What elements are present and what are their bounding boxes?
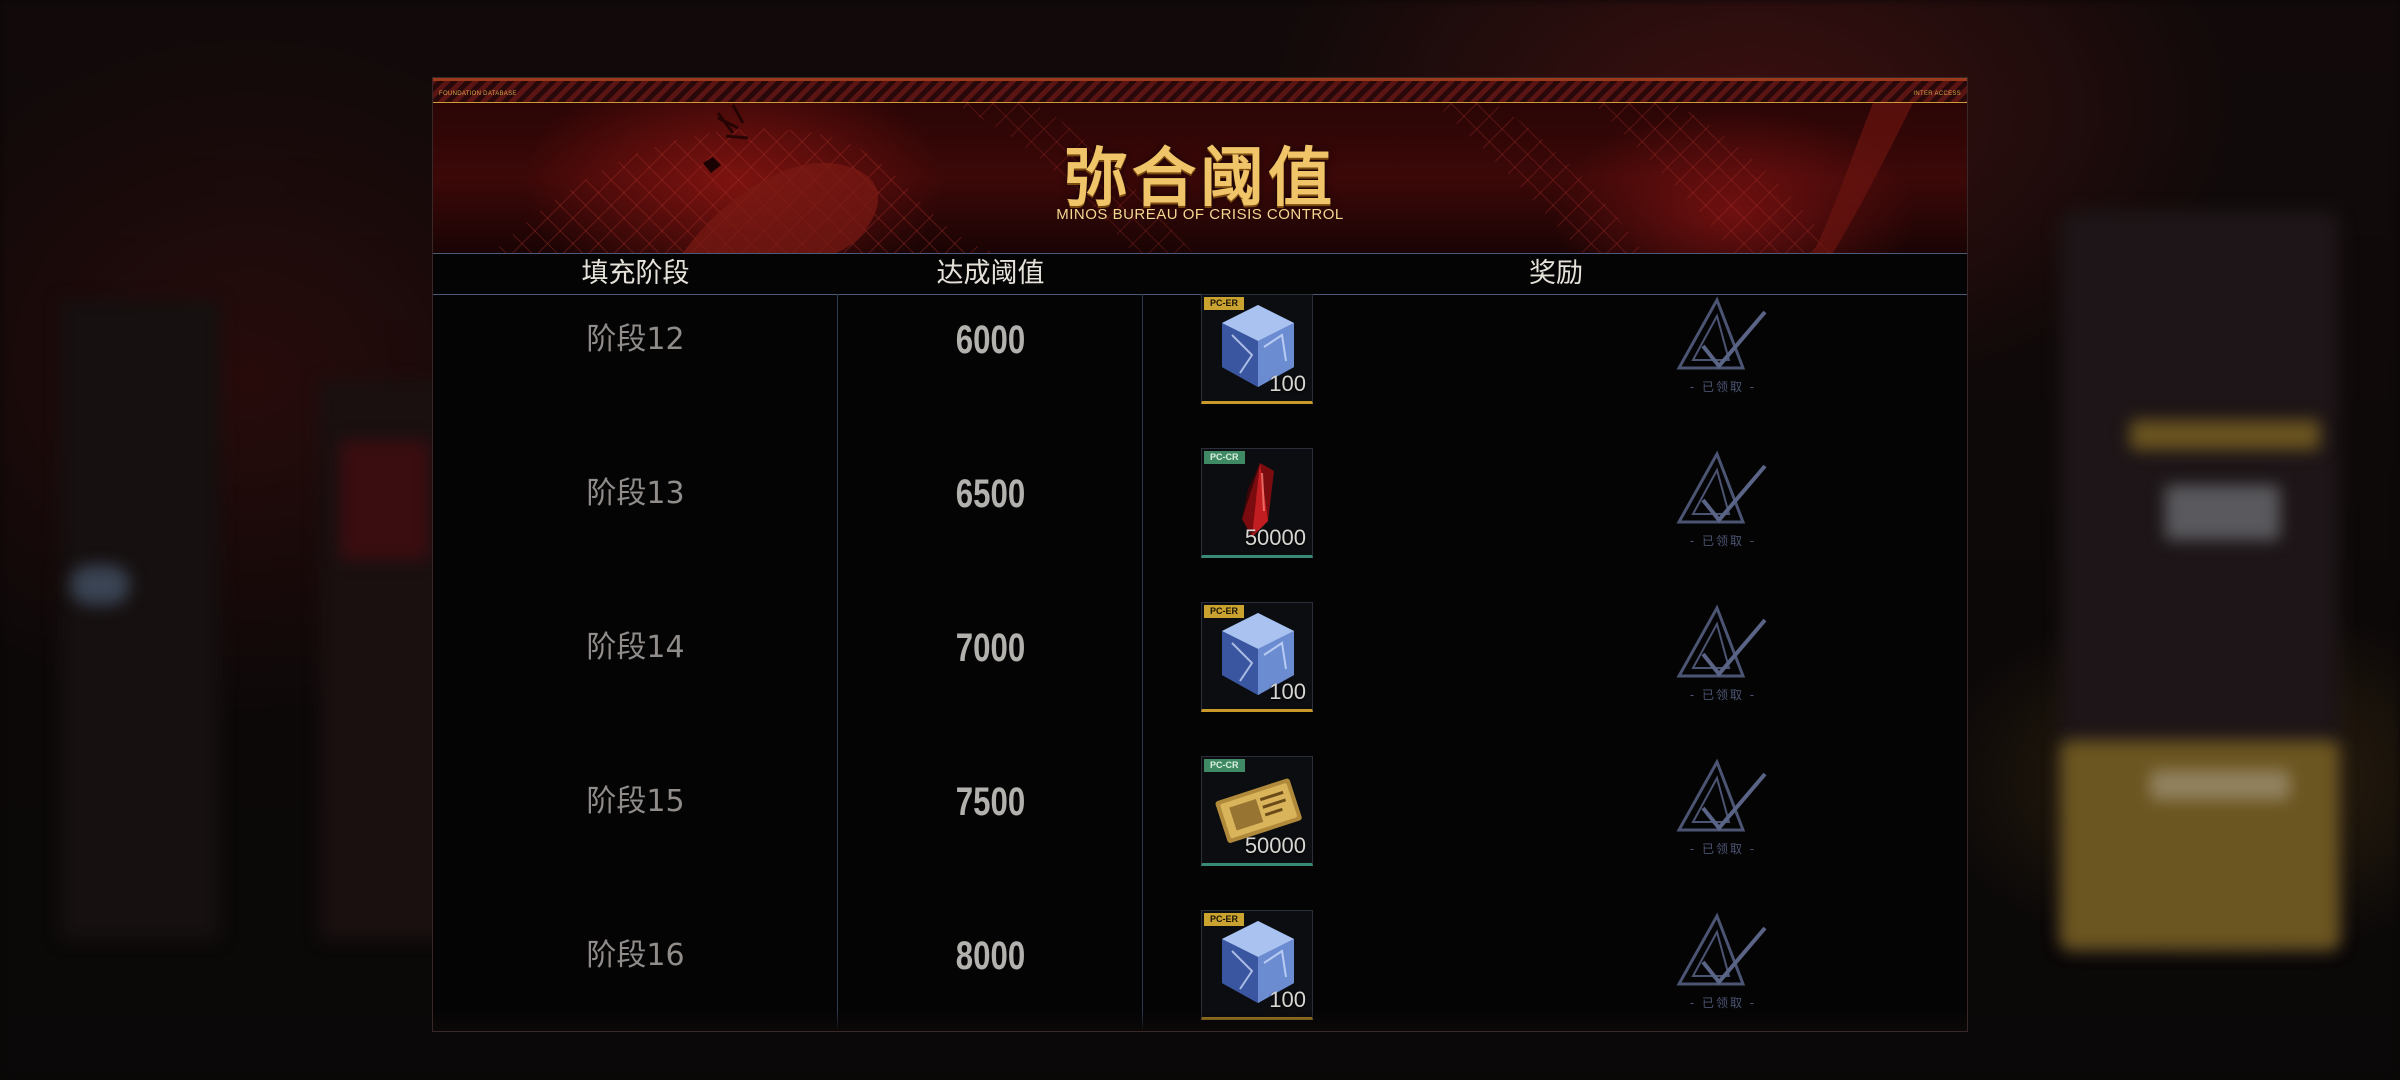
header-stage: 填充阶段: [581, 258, 690, 289]
background-left-button: [70, 565, 130, 605]
top-strip-line: [433, 78, 1967, 81]
stage-label: 阶段12: [586, 322, 685, 357]
header-reward: 奖励: [1529, 258, 1583, 289]
table-row: 阶段12 6000 PC-ER 100 - 已领取 -: [433, 294, 1967, 448]
threshold-value: 8000: [955, 934, 1026, 978]
claimed-check-icon: [1676, 604, 1767, 678]
top-meta-left: FOUNDATION DATABASE: [439, 91, 517, 97]
top-meta-right: INTER ACCESS: [1913, 91, 1961, 97]
reward-item[interactable]: PC-ER 100: [1201, 602, 1313, 712]
claimed-label: - 已领取 -: [1689, 996, 1757, 1010]
item-tag: PC-ER: [1204, 605, 1245, 618]
claimed-status: - 已领取 -: [1673, 910, 1773, 1020]
table-row: 阶段15 7500 PC-CR 50000 - 已领取 -: [433, 756, 1967, 910]
background-right-text: [2150, 770, 2290, 800]
threshold-value: 7500: [955, 780, 1026, 824]
item-quantity: 100: [1269, 371, 1306, 396]
item-quantity: 100: [1269, 679, 1306, 704]
table-row: 阶段13 6500 PC-CR 50000 - 已领取 -: [433, 448, 1967, 602]
claimed-label: - 已领取 -: [1689, 380, 1757, 394]
item-quantity: 100: [1269, 987, 1306, 1012]
claimed-check-icon: [1676, 296, 1767, 370]
item-tag: PC-ER: [1204, 913, 1245, 926]
claimed-status: - 已领取 -: [1673, 448, 1773, 558]
background-left-image: [340, 440, 430, 560]
claimed-status: - 已领取 -: [1673, 756, 1773, 866]
claimed-check-icon: [1676, 912, 1767, 986]
table-row: 阶段14 7000 PC-ER 100 - 已领取 -: [433, 602, 1967, 756]
item-quantity: 50000: [1244, 833, 1306, 858]
panel-bottom-fade: [433, 1011, 1967, 1031]
item-tag: PC-CR: [1204, 759, 1245, 772]
background-left-panel: [60, 300, 220, 940]
claimed-check-icon: [1676, 758, 1767, 832]
claimed-label: - 已领取 -: [1689, 534, 1757, 548]
threshold-value: 7000: [955, 626, 1026, 670]
threshold-value: 6000: [955, 318, 1026, 362]
stage-label: 阶段14: [586, 630, 685, 665]
item-quantity: 50000: [1244, 525, 1306, 550]
item-tag: PC-CR: [1204, 451, 1245, 464]
stage-label: 阶段16: [586, 938, 685, 973]
claimed-check-icon: [1676, 450, 1767, 524]
reward-item[interactable]: PC-ER 100: [1201, 294, 1313, 404]
threshold-rewards-panel: FOUNDATION DATABASE INTER ACCESS 弥合阈值 MI…: [432, 77, 1968, 1032]
threshold-value: 6500: [955, 472, 1026, 516]
stage-label: 阶段15: [586, 784, 685, 819]
reward-item[interactable]: PC-CR 50000: [1201, 756, 1313, 866]
claimed-status: - 已领取 -: [1673, 602, 1773, 712]
claimed-label: - 已领取 -: [1689, 842, 1757, 856]
background-right-bar: [2130, 420, 2320, 450]
panel-top-strip: FOUNDATION DATABASE INTER ACCESS: [433, 78, 1967, 103]
panel-subtitle: MINOS BUREAU OF CRISIS CONTROL: [1056, 206, 1344, 223]
claimed-label: - 已领取 -: [1689, 688, 1757, 702]
reward-item[interactable]: PC-ER 100: [1201, 910, 1313, 1020]
claimed-status: - 已领取 -: [1673, 294, 1773, 404]
table-header: 填充阶段 达成阈值 奖励: [433, 253, 1967, 295]
header-threshold: 达成阈值: [936, 258, 1045, 289]
background-right-box: [2165, 485, 2280, 540]
item-tag: PC-ER: [1204, 297, 1245, 310]
stage-label: 阶段13: [586, 476, 685, 511]
panel-banner: 弥合阈值 MINOS BUREAU OF CRISIS CONTROL: [433, 103, 1967, 253]
reward-item[interactable]: PC-CR 50000: [1201, 448, 1313, 558]
